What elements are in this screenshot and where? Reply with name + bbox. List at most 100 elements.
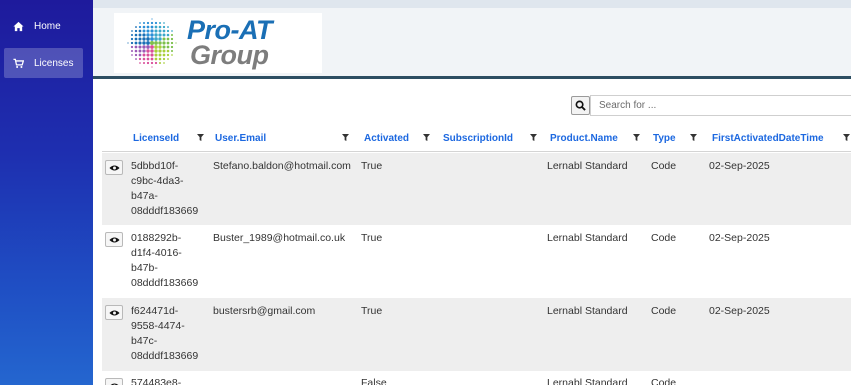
column-header-activated[interactable]: Activated	[361, 126, 413, 150]
view-button[interactable]	[105, 305, 123, 320]
globe-dot	[130, 45, 134, 49]
globe-dot	[162, 33, 166, 37]
license-id-line: 9558-4474-	[131, 320, 185, 332]
column-header-type[interactable]: Type	[650, 126, 679, 150]
globe-dot	[134, 33, 138, 37]
globe-dot	[146, 29, 150, 33]
license-id-line: b47b-	[131, 262, 158, 274]
filter-icon[interactable]	[197, 134, 204, 141]
header-divider	[102, 151, 851, 152]
globe-dot	[131, 54, 133, 56]
globe-dot	[162, 29, 166, 33]
column-header-product-name[interactable]: Product.Name	[547, 126, 621, 150]
globe-dot	[130, 41, 134, 45]
globe-dot	[166, 49, 170, 53]
table-row[interactable]: 5dbbd10f- c9bc-4da3- b47a- 08dddf183669 …	[102, 153, 851, 225]
table-row[interactable]: 574483e8- False Lernabl Standard Code	[102, 371, 851, 385]
globe-dot	[138, 29, 142, 33]
globe-dot	[134, 49, 138, 53]
globe-dot	[162, 57, 166, 61]
globe-dot	[134, 45, 138, 49]
table-row[interactable]: 0188292b- d1f4-4016- b47b- 08dddf183669 …	[102, 225, 851, 298]
column-header-label: User.Email	[212, 132, 270, 144]
cell-email: Stefano.baldon@hotmail.com	[213, 160, 351, 172]
cell-type: Code	[651, 377, 677, 385]
globe-dot	[170, 37, 174, 41]
globe-dot	[138, 33, 142, 37]
license-id-line: 08dddf183669	[131, 205, 199, 217]
license-id-line: b47c-	[131, 335, 158, 347]
globe-dot	[166, 41, 170, 45]
cell-license-id: 574483e8-	[131, 376, 181, 385]
cell-activated: True	[361, 232, 383, 244]
globe-dot	[162, 49, 166, 53]
main-content: Pro-AT Group LicenseId User.Email Activa…	[93, 8, 851, 385]
search-input[interactable]	[590, 95, 851, 116]
globe-dot	[154, 49, 158, 53]
globe-dot	[154, 61, 158, 65]
column-header-licenseid[interactable]: LicenseId	[130, 126, 183, 150]
globe-dot	[150, 61, 154, 65]
globe-dot	[166, 53, 170, 57]
column-header-first-activated[interactable]: FirstActivatedDateTime	[709, 126, 827, 150]
eye-icon	[108, 164, 120, 171]
globe-dot	[162, 41, 166, 45]
column-header-label: Product.Name	[547, 132, 621, 144]
eye-icon	[108, 309, 120, 316]
globe-dot	[167, 26, 169, 28]
cell-type: Code	[651, 305, 677, 317]
cell-activated: True	[361, 160, 383, 172]
globe-dot	[142, 41, 146, 45]
globe-dot	[130, 33, 134, 37]
globe-dot	[162, 37, 166, 41]
cell-license-id: 5dbbd10f- c9bc-4da3- b47a- 08dddf183669	[131, 159, 198, 219]
cell-product-name: Lernabl Standard	[547, 377, 628, 385]
view-button[interactable]	[105, 160, 123, 175]
logo: Pro-AT Group	[114, 13, 322, 73]
table-row[interactable]: f624471d- 9558-4474- b47c- 08dddf183669 …	[102, 298, 851, 371]
filter-icon[interactable]	[690, 134, 697, 141]
globe-dot	[142, 25, 146, 29]
column-header-subscriptionid[interactable]: SubscriptionId	[440, 126, 516, 150]
column-header-label: Type	[650, 132, 679, 144]
globe-dot	[158, 57, 162, 61]
globe-dot	[146, 37, 150, 41]
filter-icon[interactable]	[423, 134, 430, 141]
globe-dot	[142, 45, 146, 49]
globe-dot	[138, 37, 142, 41]
globe-dot	[135, 26, 137, 28]
globe-dot	[170, 49, 174, 53]
cell-product-name: Lernabl Standard	[547, 160, 628, 172]
view-button[interactable]	[105, 232, 123, 247]
globe-dot	[175, 42, 177, 44]
cell-activated: True	[361, 305, 383, 317]
column-header-label: FirstActivatedDateTime	[709, 132, 827, 144]
globe-dot	[142, 53, 146, 57]
globe-dot	[146, 45, 150, 49]
filter-icon[interactable]	[530, 134, 537, 141]
eye-icon	[108, 236, 120, 243]
cell-activated: False	[361, 377, 387, 385]
sidebar-item-home[interactable]: Home	[0, 11, 93, 41]
globe-dot	[142, 21, 146, 25]
globe-dot	[146, 53, 150, 57]
column-header-email[interactable]: User.Email	[212, 126, 270, 150]
license-id-line: d1f4-4016-	[131, 247, 182, 259]
cell-email: bustersrb@gmail.com	[213, 305, 316, 317]
filter-icon[interactable]	[843, 134, 850, 141]
search-button[interactable]	[571, 96, 590, 115]
globe-dot	[138, 25, 142, 29]
cell-type: Code	[651, 160, 677, 172]
sidebar-item-licenses[interactable]: Licenses	[4, 48, 83, 78]
globe-dot	[142, 57, 146, 61]
globe-logo-icon	[127, 18, 177, 68]
globe-dot	[166, 33, 170, 37]
column-header-label: SubscriptionId	[440, 132, 516, 144]
license-id-line: b47a-	[131, 190, 158, 202]
globe-dot	[134, 29, 138, 33]
filter-icon[interactable]	[342, 134, 349, 141]
globe-dot	[154, 53, 158, 57]
filter-icon[interactable]	[633, 134, 640, 141]
globe-dot	[142, 61, 146, 65]
view-button[interactable]	[105, 378, 123, 385]
